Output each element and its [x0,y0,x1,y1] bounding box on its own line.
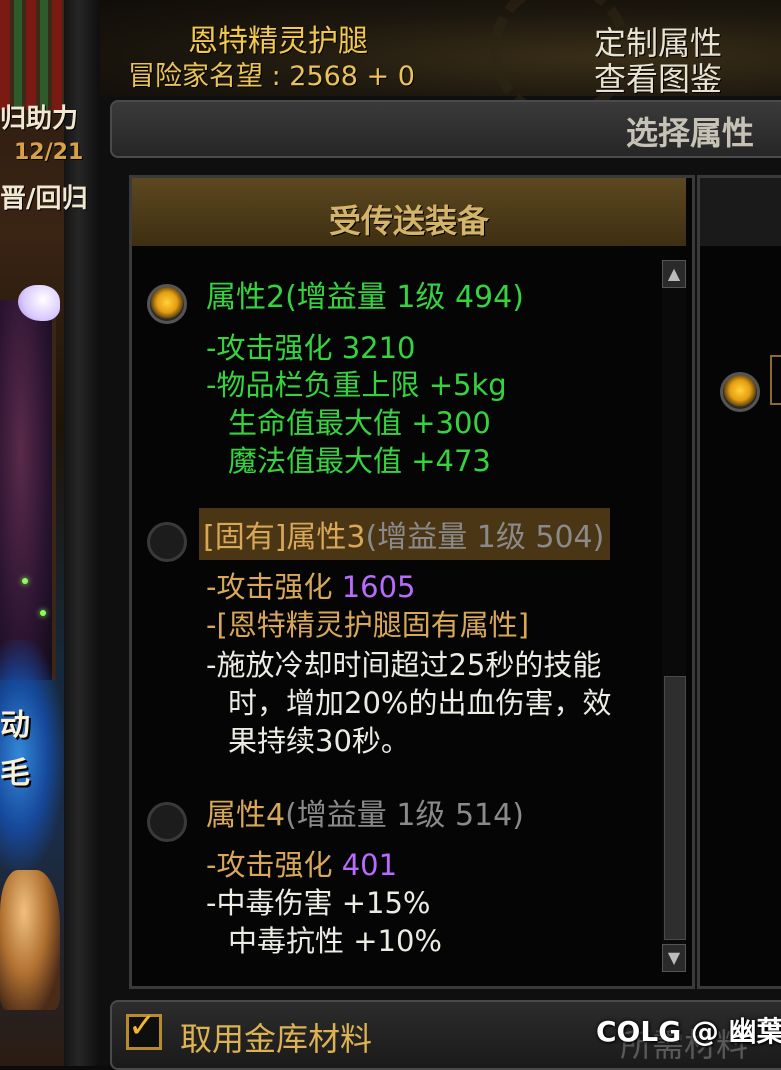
use-vault-materials-label[interactable]: 取用金库材料 [180,1014,372,1060]
option-radio-attr2[interactable] [147,284,187,324]
option-line: 果持续30秒。 [228,718,410,760]
reputation-colon: : [263,61,290,92]
line-text: 魔法值最大值 [228,444,403,478]
scene-event-text: 归助力 [0,104,79,134]
line-text: 中毒抗性 [228,924,345,958]
line-value: +10% [353,924,442,958]
option-line: -攻击强化 401 [206,842,397,884]
watermark: COLG @ 幽葉 [596,1015,781,1048]
line-dash: - [206,608,217,642]
line-text: 施放冷却时间超过25秒的技能 [216,648,602,682]
checkmark-icon: ✓ [128,1006,157,1046]
secondary-option-radio[interactable] [720,372,760,412]
line-dash: - [206,368,217,402]
option-line: -中毒伤害 +15% [206,880,430,922]
line-dash: - [206,648,217,682]
line-value: 401 [341,848,398,882]
option-radio-attr4[interactable] [147,802,187,842]
option-name: 属性3 [286,520,366,555]
line-text: 攻击强化 [216,331,333,365]
line-text: [恩特精灵护腿固有属性] [216,608,530,642]
scene-event-text: 晋/回归 [0,184,88,214]
option-header-attr2[interactable]: 属性2(增益量 1级 494) [206,272,524,316]
option-name: 属性4 [206,798,286,833]
option-list-title: 受传送装备 [328,202,489,240]
option-tag: (增益量 1级 514) [285,798,524,833]
line-value: 1605 [341,570,416,604]
wing-icon [18,285,60,321]
sparkle-effect [22,578,28,584]
line-text: 果持续30秒。 [228,724,410,758]
scroll-down-button[interactable]: ▼ [662,944,686,972]
scene-event-date: 12/21 [14,140,84,165]
scroll-up-button[interactable]: ▲ [662,260,686,288]
option-line: 魔法值最大值 +473 [228,438,491,480]
scene-event-text: 动 [0,708,30,743]
option-line: -施放冷却时间超过25秒的技能 [206,642,601,684]
select-attribute-label: 选择属性 [626,114,755,152]
bookshelf [0,0,70,110]
option-tag: (增益量 1级 504) [365,520,605,555]
line-value: +300 [411,406,491,440]
line-value: +5kg [428,368,507,402]
option-header-attr4[interactable]: 属性4(增益量 1级 514) [206,790,524,834]
option-prefix: [固有] [203,520,287,555]
line-text: 攻击强化 [216,848,333,882]
scene-event-text: 毛 [0,756,30,791]
option-radio-attr3[interactable] [147,522,187,562]
reputation-value: 2568 + 0 [289,61,415,92]
view-guide-button[interactable]: 查看图鉴 [594,54,722,100]
option-line: 生命值最大值 +300 [228,400,491,442]
sparkle-effect [40,610,46,616]
secondary-option-bracket [770,355,781,405]
line-dash: - [206,570,217,604]
game-scene-background: 归助力 12/21 晋/回归 动 毛 [0,0,100,1066]
line-dash: - [206,886,217,920]
option-tag: (增益量 1级 494) [285,280,524,315]
line-text: 时，增加20%的出血伤害，效 [228,686,612,720]
option-line: 中毒抗性 +10% [228,918,442,960]
reputation-label: 冒险家名望 [128,61,263,92]
option-line: -攻击强化 1605 [206,564,416,606]
line-text: 攻击强化 [216,570,333,604]
line-value: 3210 [341,331,416,365]
line-dash: - [206,848,217,882]
line-dash: - [206,331,217,365]
line-value: +473 [411,444,491,478]
option-line: 时，增加20%的出血伤害，效 [228,680,611,722]
archway [0,300,56,680]
option-header-attr3[interactable]: [固有]属性3(增益量 1级 504) [199,508,611,560]
option-line: -攻击强化 3210 [206,325,416,367]
line-value: +15% [341,886,431,920]
scrollbar-thumb[interactable] [664,676,686,940]
secondary-list-header [700,178,781,246]
character-sprite [0,870,60,1010]
line-text: 生命值最大值 [228,406,403,440]
line-text: 中毒伤害 [216,886,333,920]
option-name: 属性2 [206,280,286,315]
line-text: 物品栏负重上限 [216,368,420,402]
reputation: 冒险家名望 : 2568 + 0 [128,54,415,93]
secondary-option-list [697,175,781,989]
option-line: -[恩特精灵护腿固有属性] [206,602,529,644]
option-line: -物品栏负重上限 +5kg [206,362,507,404]
